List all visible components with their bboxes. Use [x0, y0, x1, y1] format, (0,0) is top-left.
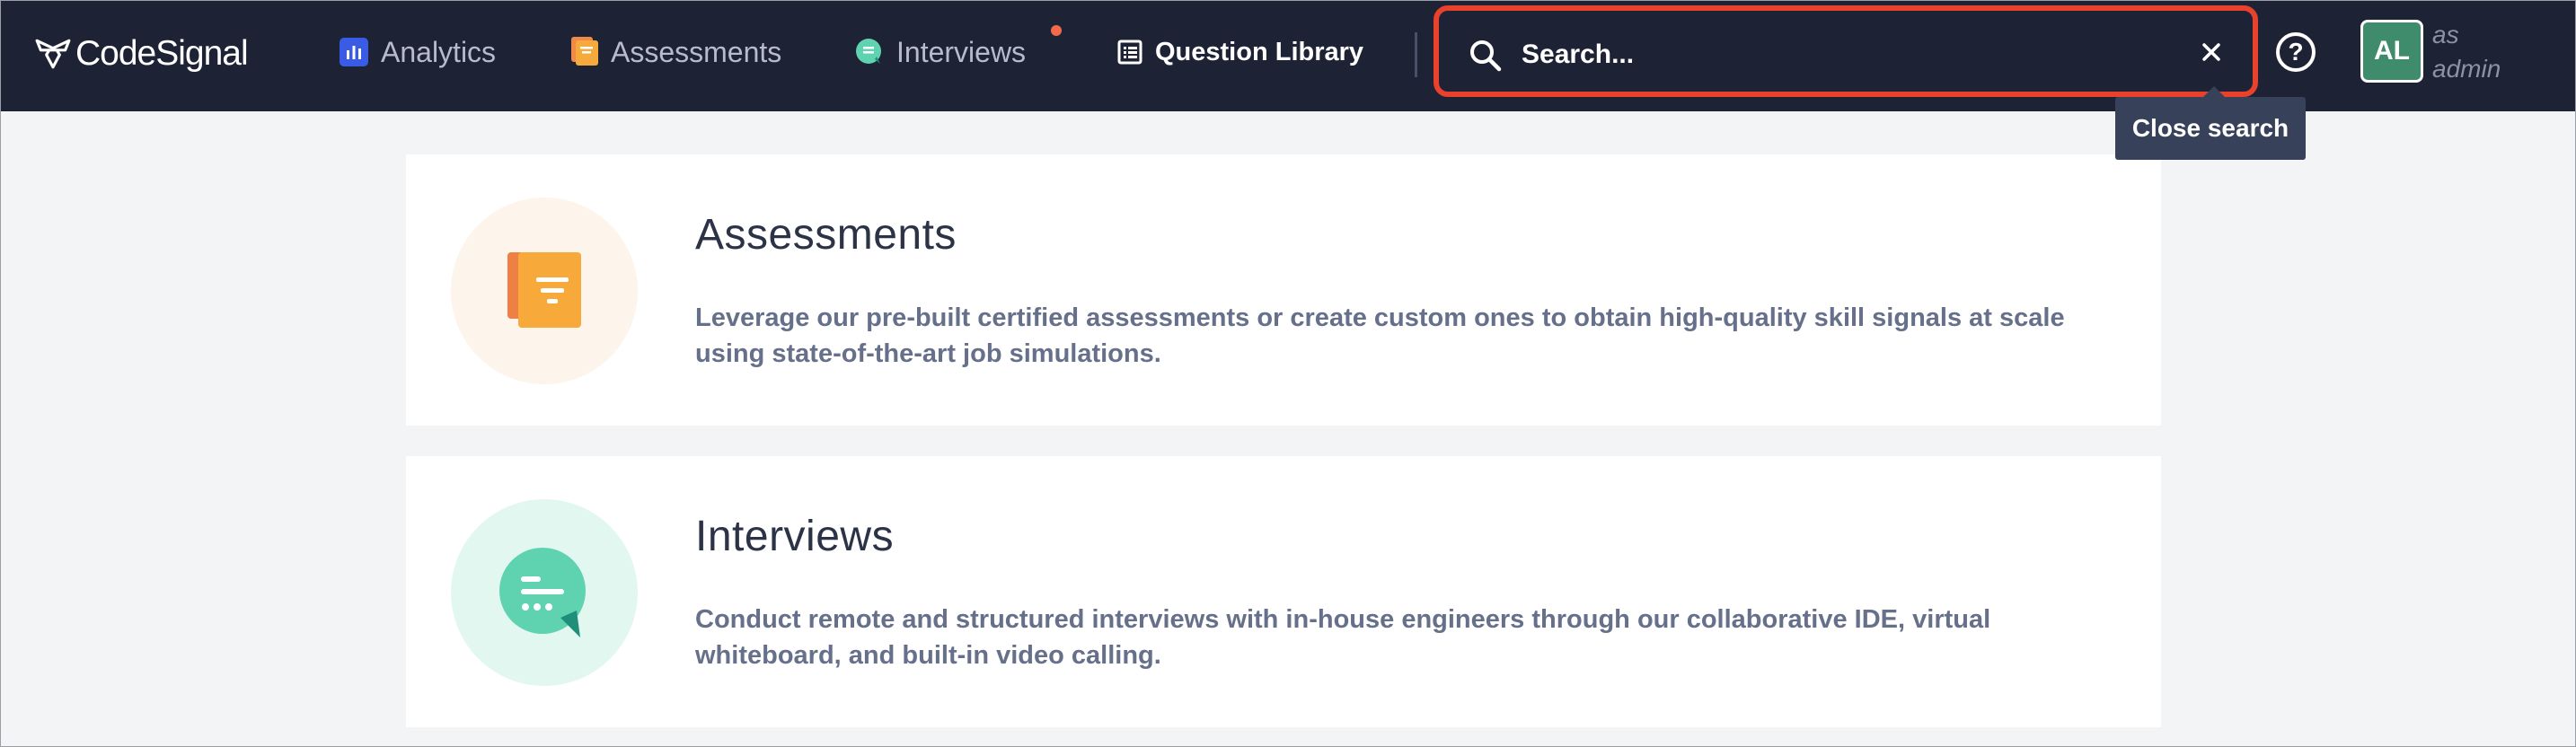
help-button[interactable]: ?	[2276, 32, 2316, 72]
interviews-card-title: Interviews	[695, 513, 895, 560]
nav-interviews-label: Interviews	[896, 35, 1027, 68]
close-search-button[interactable]	[2193, 36, 2229, 72]
assessments-card-description: Leverage our pre-built certified assessm…	[695, 303, 2065, 368]
top-navbar: CodeSignal Analytics Assessments Intervi…	[0, 0, 2576, 111]
interviews-card[interactable]: Interviews Conduct remote and structured…	[406, 456, 2161, 727]
tooltip-text: Close search	[2131, 114, 2289, 142]
search-input[interactable]	[1520, 32, 2152, 77]
avatar-initials: AL	[2374, 36, 2410, 66]
interviews-notification-dot	[1051, 25, 1062, 36]
analytics-icon	[340, 38, 368, 66]
assessments-card-icon-circle	[451, 198, 638, 384]
role-line-1: as	[2432, 21, 2459, 48]
codesignal-logo-icon	[35, 39, 71, 69]
search-box[interactable]	[1434, 5, 2258, 97]
help-icon: ?	[2288, 38, 2304, 66]
nav-divider	[1415, 32, 1417, 77]
user-role-label: as admin	[2432, 18, 2501, 86]
nav-question-library[interactable]: Question Library	[1117, 27, 1363, 77]
nav-analytics[interactable]: Analytics	[340, 27, 496, 77]
tooltip-arrow	[2203, 86, 2225, 97]
search-icon	[1468, 38, 1504, 78]
role-line-2: admin	[2432, 55, 2501, 83]
nav-assessments[interactable]: Assessments	[571, 27, 781, 77]
logo-text: CodeSignal	[75, 34, 249, 73]
close-icon	[2201, 42, 2221, 66]
codesignal-logo[interactable]: CodeSignal	[34, 32, 249, 75]
interviews-card-description: Conduct remote and structured interviews…	[695, 605, 1991, 670]
interviews-icon	[855, 38, 884, 66]
assessments-card-title: Assessments	[695, 211, 957, 259]
assessments-card[interactable]: Assessments Leverage our pre-built certi…	[406, 154, 2161, 426]
assessments-icon	[571, 37, 598, 67]
assessments-card-icon	[507, 252, 581, 328]
user-avatar[interactable]: AL	[2360, 20, 2423, 83]
library-icon	[1117, 40, 1142, 65]
nav-question-library-label: Question Library	[1155, 37, 1364, 66]
close-search-tooltip: Close search	[2115, 86, 2306, 160]
interviews-card-icon-circle	[451, 499, 638, 686]
interviews-card-icon	[499, 548, 586, 637]
nav-analytics-label: Analytics	[381, 35, 497, 68]
nav-assessments-label: Assessments	[611, 35, 782, 68]
nav-interviews[interactable]: Interviews	[855, 27, 1026, 77]
